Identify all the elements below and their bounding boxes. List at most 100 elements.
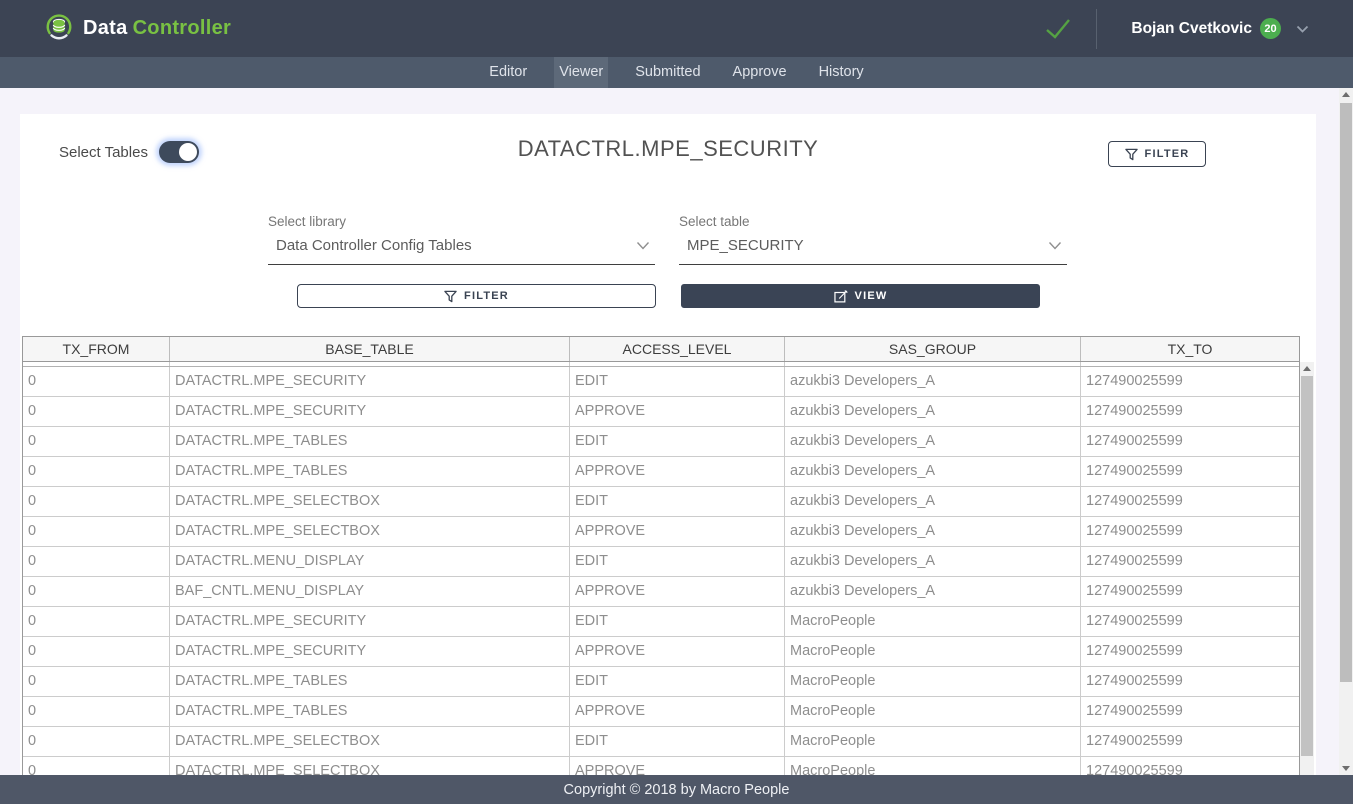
table-cell: 0 (23, 487, 170, 516)
table-cell: azukbi3 Developers_A (785, 397, 1081, 426)
user-badge: 20 (1260, 18, 1281, 39)
column-header-tx_to[interactable]: TX_TO (1081, 337, 1299, 361)
table-row: 0DATACTRL.MPE_SELECTBOXEDITMacroPeople12… (23, 727, 1299, 757)
funnel-icon (444, 290, 457, 303)
column-header-sas_group[interactable]: SAS_GROUP (785, 337, 1081, 361)
table-cell: EDIT (570, 607, 785, 636)
brand-name: DataController (83, 17, 231, 40)
column-header-tx_from[interactable]: TX_FROM (23, 337, 170, 361)
table-row: 0DATACTRL.MPE_TABLESEDITMacroPeople12749… (23, 667, 1299, 697)
table-cell: EDIT (570, 487, 785, 516)
filter-button[interactable]: FILTER (297, 284, 656, 308)
tab-bar: Editor Viewer Submitted Approve History (0, 57, 1353, 88)
database-icon (44, 11, 74, 46)
funnel-icon (1125, 148, 1138, 161)
table-select-value-row: MPE_SECURITY (679, 237, 1067, 265)
table-cell: 127490025599 (1081, 517, 1299, 546)
table-cell: DATACTRL.MPE_SELECTBOX (170, 517, 570, 546)
edit-icon (834, 290, 848, 303)
table-cell: DATACTRL.MPE_SELECTBOX (170, 487, 570, 516)
table-cell: 0 (23, 727, 170, 756)
table-select[interactable]: Select table MPE_SECURITY (679, 214, 1067, 265)
table-select-label: Select table (679, 214, 1067, 229)
table-cell: DATACTRL.MPE_TABLES (170, 457, 570, 486)
table-cell: 127490025599 (1081, 457, 1299, 486)
table-cell: DATACTRL.MPE_TABLES (170, 427, 570, 456)
table-cell: APPROVE (570, 697, 785, 726)
tab-approve[interactable]: Approve (728, 57, 792, 88)
library-select-value: Data Controller Config Tables (276, 237, 472, 254)
chevron-down-icon (1048, 241, 1062, 250)
table-cell: 127490025599 (1081, 547, 1299, 576)
table-cell: azukbi3 Developers_A (785, 547, 1081, 576)
table-cell: APPROVE (570, 757, 785, 775)
table-cell: 0 (23, 577, 170, 606)
table-cell: 0 (23, 607, 170, 636)
table-cell: DATACTRL.MPE_SECURITY (170, 637, 570, 666)
user-menu[interactable]: Bojan Cvetkovic 20 (1131, 18, 1309, 39)
table-cell: 127490025599 (1081, 487, 1299, 516)
table-cell: 0 (23, 697, 170, 726)
scroll-down-arrow-icon[interactable] (1339, 762, 1353, 775)
table-row: 0DATACTRL.MPE_SECURITYEDITazukbi3 Develo… (23, 367, 1299, 397)
table-cell: APPROVE (570, 397, 785, 426)
filter-button-top[interactable]: FILTER (1108, 141, 1206, 167)
tab-editor[interactable]: Editor (484, 57, 532, 88)
table-cell: 0 (23, 427, 170, 456)
table-row: 0DATACTRL.MPE_SECURITYAPPROVEazukbi3 Dev… (23, 397, 1299, 427)
data-table: TX_FROMBASE_TABLEACCESS_LEVELSAS_GROUPTX… (22, 336, 1314, 775)
table-cell: 127490025599 (1081, 427, 1299, 456)
data-table-body: 0DATACTRL.MPE_SECURITYEDITazukbi3 Develo… (22, 362, 1300, 775)
tab-history[interactable]: History (814, 57, 869, 88)
table-cell: 127490025599 (1081, 577, 1299, 606)
table-cell: azukbi3 Developers_A (785, 457, 1081, 486)
library-select-value-row: Data Controller Config Tables (268, 237, 655, 265)
chevron-down-icon (636, 241, 650, 250)
table-row: 0DATACTRL.MPE_SELECTBOXEDITazukbi3 Devel… (23, 487, 1299, 517)
table-cell: APPROVE (570, 637, 785, 666)
table-cell: 0 (23, 457, 170, 486)
table-cell: DATACTRL.MPE_SELECTBOX (170, 757, 570, 775)
table-row: 0DATACTRL.MPE_SECURITYEDITMacroPeople127… (23, 607, 1299, 637)
table-cell: EDIT (570, 547, 785, 576)
navbar-divider (1096, 9, 1097, 49)
brand-logo[interactable]: DataController (44, 11, 231, 46)
table-cell: MacroPeople (785, 757, 1081, 775)
table-cell: APPROVE (570, 517, 785, 546)
table-cell: DATACTRL.MPE_SECURITY (170, 607, 570, 636)
table-cell: 0 (23, 367, 170, 396)
chevron-down-icon (1296, 25, 1309, 33)
table-cell: 0 (23, 547, 170, 576)
tab-viewer[interactable]: Viewer (554, 57, 608, 88)
filter-button-label: FILTER (464, 290, 509, 302)
table-cell: azukbi3 Developers_A (785, 367, 1081, 396)
table-row: 0DATACTRL.MPE_TABLESAPPROVEMacroPeople12… (23, 697, 1299, 727)
table-scrollbar-thumb[interactable] (1301, 376, 1313, 756)
view-button[interactable]: VIEW (681, 284, 1040, 308)
navbar-right: Bojan Cvetkovic 20 (1042, 0, 1309, 57)
scroll-up-arrow-icon[interactable] (1339, 88, 1353, 101)
column-header-base_table[interactable]: BASE_TABLE (170, 337, 570, 361)
library-select-label: Select library (268, 214, 655, 229)
table-cell: MacroPeople (785, 727, 1081, 756)
table-cell: DATACTRL.MENU_DISPLAY (170, 547, 570, 576)
copyright-text: Copyright © 2018 by Macro People (564, 782, 790, 798)
library-select[interactable]: Select library Data Controller Config Ta… (268, 214, 655, 265)
table-row: 0DATACTRL.MPE_SELECTBOXAPPROVEMacroPeopl… (23, 757, 1299, 775)
page-scrollbar[interactable] (1339, 88, 1353, 775)
view-button-label: VIEW (855, 290, 888, 302)
table-cell: 127490025599 (1081, 637, 1299, 666)
table-scrollbar[interactable] (1300, 362, 1314, 775)
filter-button-top-label: FILTER (1145, 148, 1190, 160)
column-header-access_level[interactable]: ACCESS_LEVEL (570, 337, 785, 361)
scroll-up-arrow-icon[interactable] (1300, 362, 1314, 375)
page-scrollbar-thumb[interactable] (1340, 103, 1352, 682)
main-area: Select Tables DATACTRL.MPE_SECURITY FILT… (0, 88, 1353, 775)
table-cell: azukbi3 Developers_A (785, 577, 1081, 606)
table-cell: EDIT (570, 427, 785, 456)
viewer-card: Select Tables DATACTRL.MPE_SECURITY FILT… (20, 114, 1316, 775)
table-cell: MacroPeople (785, 637, 1081, 666)
tab-submitted[interactable]: Submitted (630, 57, 705, 88)
table-cell: azukbi3 Developers_A (785, 487, 1081, 516)
table-cell: DATACTRL.MPE_SECURITY (170, 367, 570, 396)
